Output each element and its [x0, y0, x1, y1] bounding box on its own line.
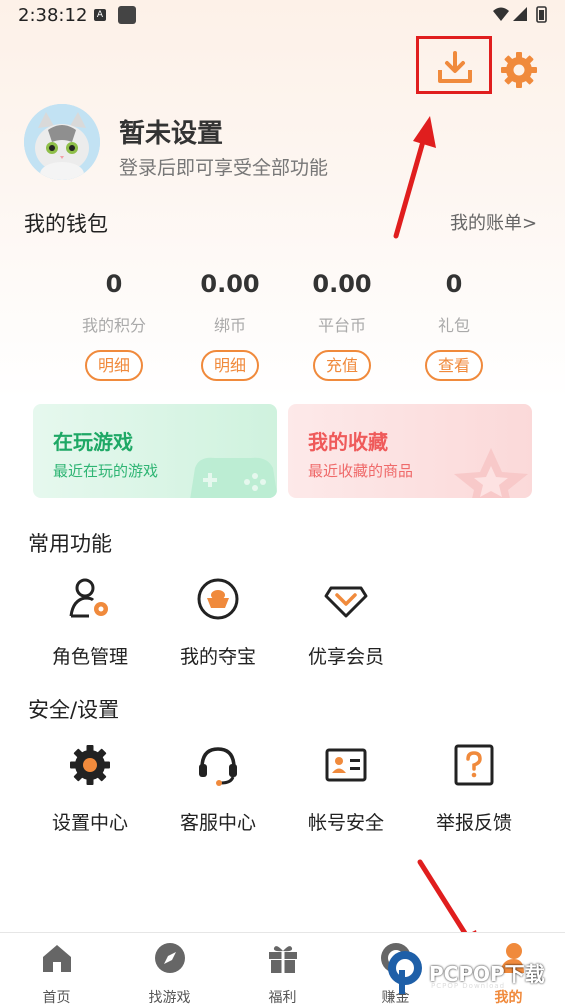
wallet-gift-packs: 0 礼包 查看	[399, 270, 509, 381]
nav-home[interactable]: 首页	[0, 941, 113, 1004]
my-bill-link[interactable]: 我的账单>	[450, 209, 537, 235]
star-icon	[454, 448, 528, 498]
points-label: 我的积分	[81, 316, 146, 335]
premium-member-label: 优享会员	[307, 646, 384, 668]
watermark-subtext: PCPOP Download	[431, 982, 506, 990]
platform-coins-label: 平台币	[317, 316, 366, 335]
compass-icon	[154, 943, 185, 973]
nav-find-games[interactable]: 找游戏	[113, 941, 226, 1004]
question-icon	[454, 744, 494, 786]
bound-coins-label: 绑币	[213, 316, 246, 335]
settings-center-label: 设置中心	[51, 812, 128, 834]
profile-name[interactable]: 暂未设置	[119, 113, 223, 150]
nav-welfare-label: 福利	[268, 990, 297, 1004]
wallet-title: 我的钱包	[24, 212, 108, 236]
headset-icon	[199, 747, 237, 786]
customer-service-label: 客服中心	[179, 812, 256, 834]
nav-find-games-label: 找游戏	[148, 990, 191, 1004]
platform-coins-value: 0.00	[312, 270, 372, 298]
playing-games-title: 在玩游戏	[53, 430, 133, 454]
avatar[interactable]	[24, 104, 100, 180]
gift-packs-value: 0	[445, 270, 463, 298]
settings-gear-icon[interactable]	[499, 50, 539, 90]
playing-games-subtitle: 最近在玩的游戏	[53, 462, 159, 480]
nav-welfare[interactable]: 福利	[226, 941, 339, 1004]
bound-coins-value: 0.00	[200, 270, 260, 298]
my-favorites-subtitle: 最近收藏的商品	[308, 462, 414, 480]
bound-coins-detail-button[interactable]: 明细	[201, 350, 259, 381]
gift-packs-label: 礼包	[437, 316, 470, 335]
gift-icon	[268, 946, 297, 973]
wallet-points: 0 我的积分 明细	[59, 270, 169, 381]
status-bar: 2:38:12 A	[0, 0, 565, 34]
pcpop-watermark: PCPOP下载 PCPOP Download	[385, 944, 565, 1002]
security-settings-title: 安全/设置	[28, 698, 120, 722]
common-functions-title: 常用功能	[28, 532, 112, 556]
gear-icon	[70, 745, 110, 785]
nav-home-label: 首页	[42, 990, 71, 1004]
signal-icon	[513, 7, 527, 21]
treasure-icon	[197, 578, 239, 620]
diamond-icon	[324, 586, 368, 618]
status-time: 2:38:12	[18, 5, 88, 26]
view-gift-packs-button[interactable]: 查看	[425, 350, 483, 381]
points-detail-button[interactable]: 明细	[85, 350, 143, 381]
points-value: 0	[105, 270, 123, 298]
role-management-label: 角色管理	[51, 646, 128, 668]
customer-service-item[interactable]: 客服中心	[154, 742, 282, 835]
status-icons	[493, 6, 547, 23]
account-security-item[interactable]: 帐号安全	[282, 742, 410, 835]
premium-member-item[interactable]: 优享会员	[282, 576, 410, 669]
report-feedback-label: 举报反馈	[435, 812, 512, 834]
gamepad-icon	[190, 457, 277, 498]
profile-subtitle[interactable]: 登录后即可享受全部功能	[119, 153, 328, 180]
role-manage-icon	[69, 578, 108, 618]
my-favorites-title: 我的收藏	[308, 430, 388, 454]
wallet-platform-coins: 0.00 平台币 充值	[287, 270, 397, 381]
account-security-label: 帐号安全	[307, 812, 384, 834]
id-card-icon	[325, 748, 367, 782]
wallet-bound-coins: 0.00 绑币 明细	[175, 270, 285, 381]
role-management-item[interactable]: 角色管理	[26, 576, 154, 669]
playing-games-card[interactable]: 在玩游戏 最近在玩的游戏	[33, 404, 277, 498]
notification-square-icon	[118, 6, 136, 24]
recharge-button[interactable]: 充值	[313, 350, 371, 381]
report-feedback-item[interactable]: 举报反馈	[410, 742, 538, 835]
download-icon[interactable]	[436, 50, 474, 86]
my-favorites-card[interactable]: 我的收藏 最近收藏的商品	[288, 404, 532, 498]
my-treasure-item[interactable]: 我的夺宝	[154, 576, 282, 669]
pcpop-logo-icon	[388, 951, 422, 994]
settings-center-item[interactable]: 设置中心	[26, 742, 154, 835]
wifi-icon	[493, 7, 509, 21]
my-treasure-label: 我的夺宝	[179, 646, 256, 668]
cat-avatar-image	[24, 104, 100, 180]
home-icon	[42, 945, 71, 972]
notification-a-icon: A	[94, 9, 106, 21]
